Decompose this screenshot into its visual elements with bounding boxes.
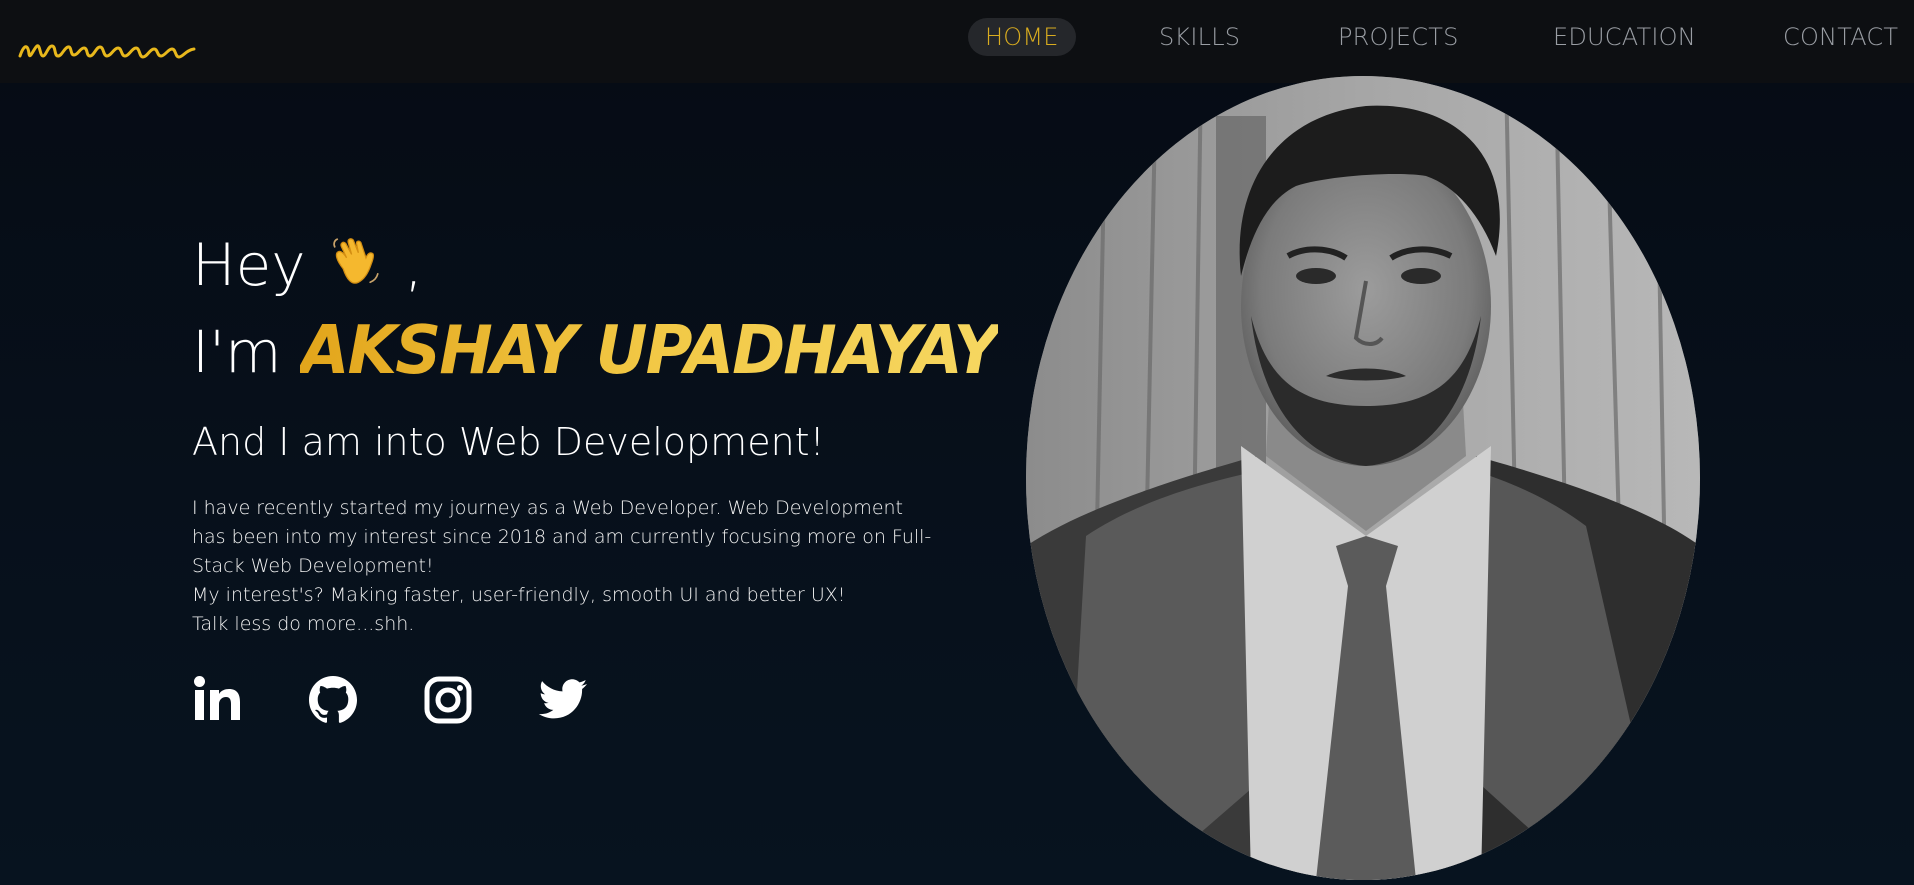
nav-home[interactable]: HOME bbox=[968, 18, 1076, 56]
nav-contact[interactable]: CONTACT bbox=[1783, 18, 1898, 56]
nav-skills[interactable]: SKILLS bbox=[1159, 18, 1240, 56]
waving-hand-icon bbox=[333, 238, 379, 284]
github-icon[interactable] bbox=[307, 674, 359, 726]
navbar: HOME SKILLS PROJECTS EDUCATION CONTACT bbox=[0, 0, 1914, 83]
about-text: I have recently started my journey as a … bbox=[192, 494, 952, 639]
profile-photo bbox=[1026, 76, 1700, 880]
about-paragraph-3: Talk less do more...shh. bbox=[192, 613, 415, 635]
greeting-text: Hey bbox=[192, 231, 306, 299]
im-text: I'm bbox=[192, 318, 282, 386]
about-paragraph-2: My interest's? Making faster, user-frien… bbox=[192, 584, 846, 606]
hero-name: AKSHAY UPADHAYAY bbox=[300, 303, 1000, 400]
linkedin-icon[interactable] bbox=[192, 674, 244, 726]
greeting-line: Hey , bbox=[192, 225, 952, 305]
greeting-comma: , bbox=[404, 231, 423, 299]
hero-intro: Hey , I'm AKSHAY UPADHAYAY bbox=[192, 225, 1000, 398]
about-paragraph-1: I have recently started my journey as a … bbox=[192, 497, 932, 577]
nav-projects[interactable]: PROJECTS bbox=[1338, 18, 1459, 56]
instagram-icon[interactable] bbox=[422, 674, 474, 726]
name-line: I'm AKSHAY UPADHAYAY bbox=[192, 305, 1000, 398]
nav-education[interactable]: EDUCATION bbox=[1553, 18, 1696, 56]
signature-logo[interactable] bbox=[18, 34, 198, 64]
twitter-icon[interactable] bbox=[537, 674, 589, 726]
page: HOME SKILLS PROJECTS EDUCATION CONTACT H… bbox=[0, 0, 1914, 885]
hero-subtitle: And I am into Web Development! bbox=[192, 420, 825, 464]
